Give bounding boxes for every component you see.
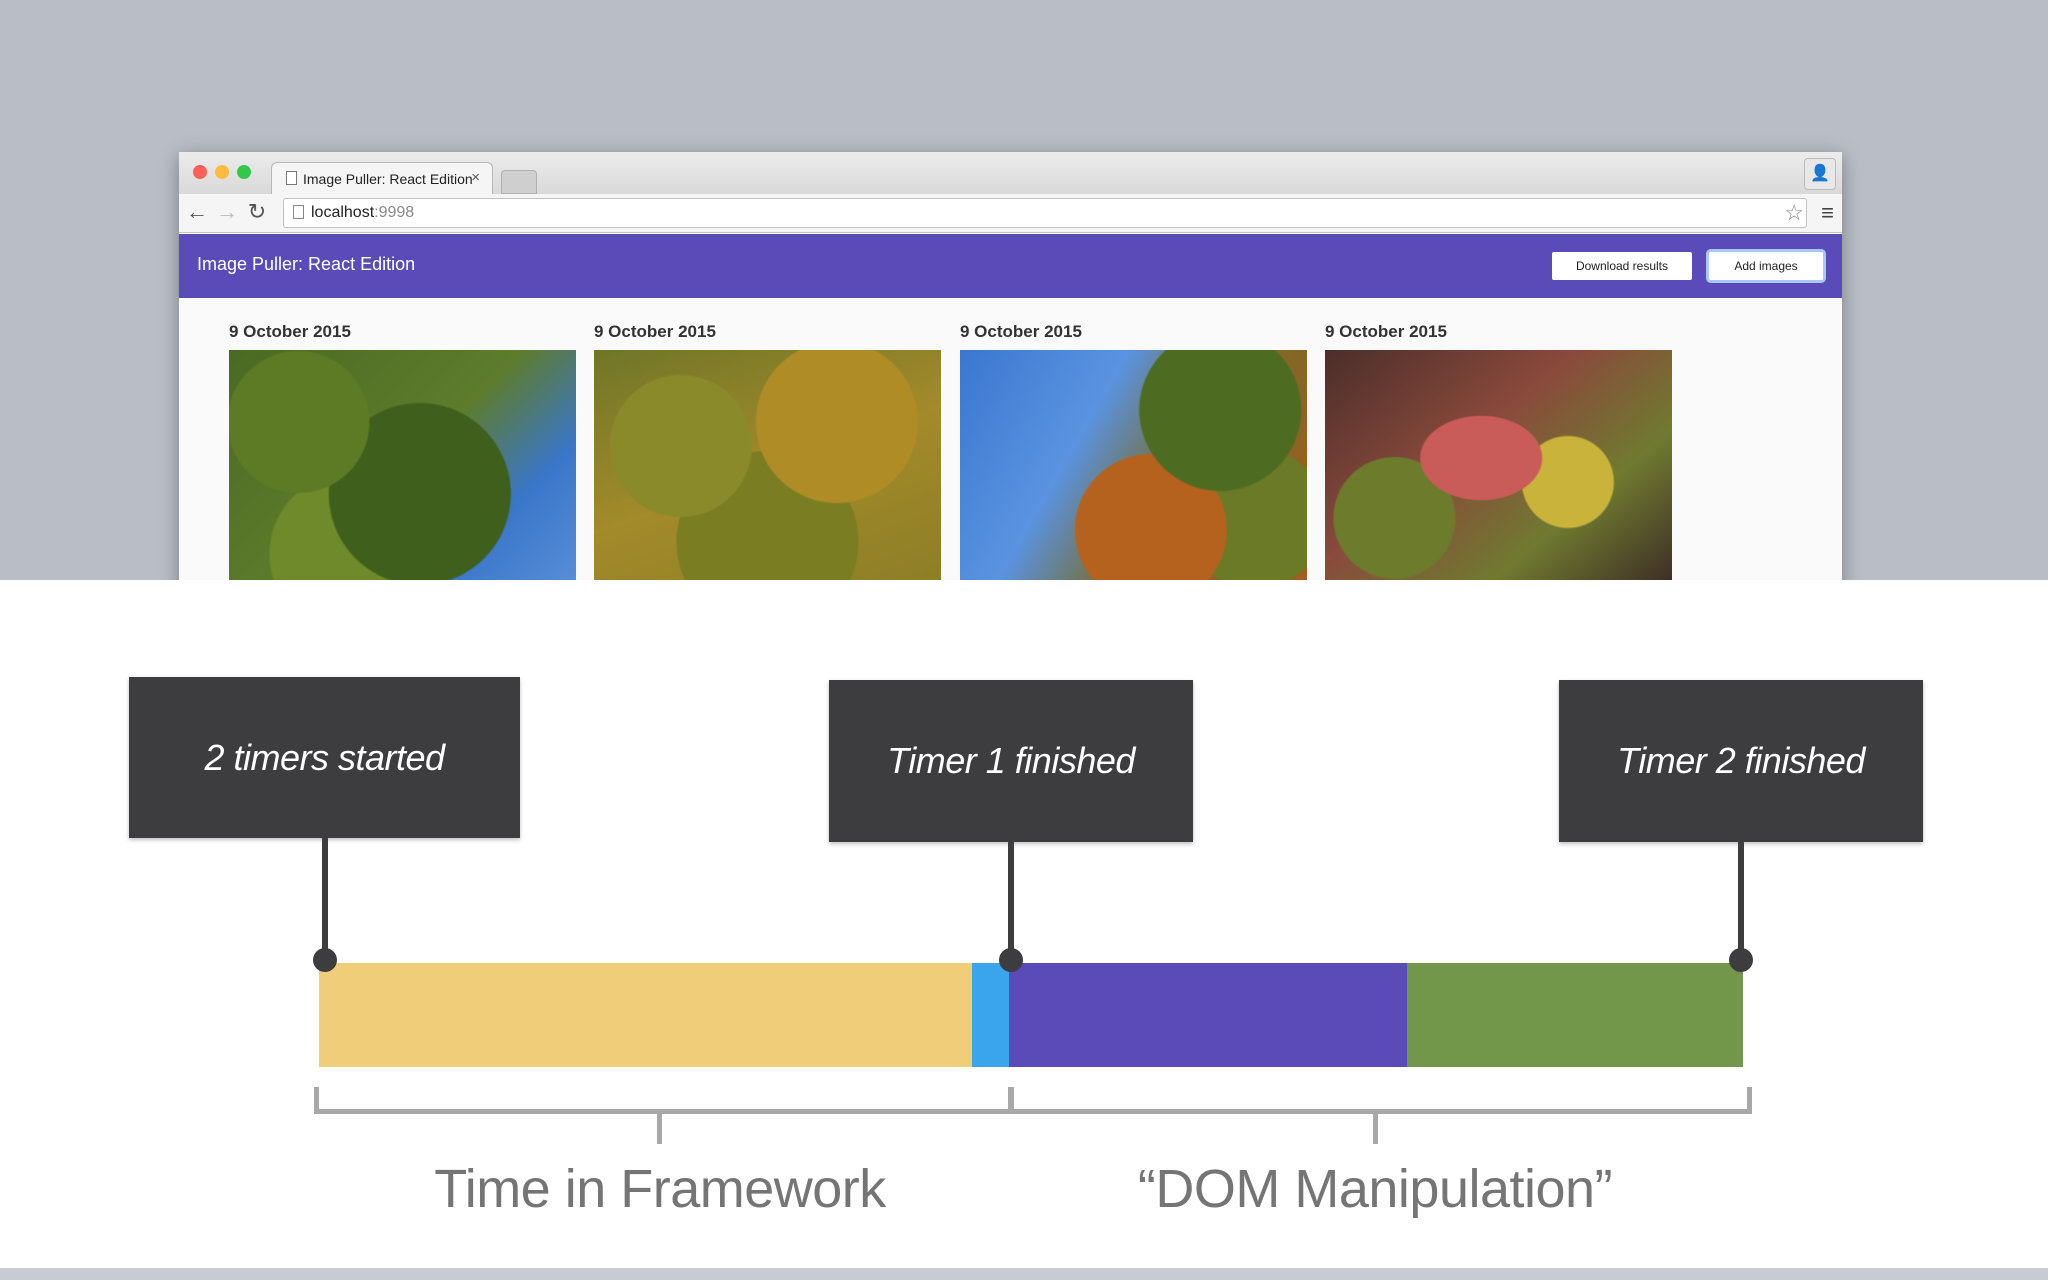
render-segment [1407, 963, 1743, 1067]
callout-timer1-finished: Timer 1 finished [829, 680, 1193, 842]
bottom-border [0, 1268, 2048, 1280]
image-date: 9 October 2015 [960, 322, 1082, 341]
url-host: localhost [311, 204, 375, 221]
bracket-tick [657, 1114, 662, 1144]
bracket-tick [1373, 1114, 1378, 1144]
page-icon [286, 171, 297, 185]
title-bar: Image Puller: React Edition × 👤 [179, 152, 1842, 195]
close-window-button[interactable] [193, 165, 207, 179]
framework-bracket [314, 1087, 1014, 1114]
tree-photo[interactable] [594, 350, 941, 580]
callout-stem [322, 838, 328, 958]
callout-timers-started: 2 timers started [129, 677, 520, 838]
bookmark-star-icon[interactable]: ☆ [1784, 200, 1804, 226]
image-card[interactable]: 9 October 2015 [960, 322, 1308, 580]
image-card[interactable]: 9 October 2015 [229, 322, 577, 580]
new-tab-button[interactable] [501, 170, 537, 194]
backdrop: Image Puller: React Edition × 👤 ← → ↻ lo… [0, 0, 2048, 580]
timeline-marker [313, 948, 337, 972]
close-tab-icon[interactable]: × [471, 169, 480, 186]
download-results-button[interactable]: Download results [1552, 252, 1692, 280]
callout-stem [1008, 842, 1014, 958]
image-card[interactable]: 9 October 2015 [1325, 322, 1673, 580]
zoom-window-button[interactable] [237, 165, 251, 179]
forward-icon[interactable]: → [215, 200, 239, 224]
menu-icon[interactable]: ≡ [1821, 200, 1834, 226]
back-icon[interactable]: ← [185, 200, 209, 224]
url-port: :9998 [374, 204, 415, 221]
dom-bracket [1008, 1087, 1752, 1114]
tree-photo[interactable] [960, 350, 1307, 580]
tab-title: Image Puller: React Edition [303, 171, 473, 187]
timeline-marker [999, 948, 1023, 972]
image-date: 9 October 2015 [229, 322, 351, 341]
address-bar[interactable]: localhost:9998 ☆ [283, 198, 1807, 228]
callout-timer2-finished: Timer 2 finished [1559, 680, 1923, 842]
image-card[interactable]: 9 October 2015 [594, 322, 942, 580]
profile-icon[interactable]: 👤 [1804, 158, 1836, 190]
timeline-marker [1729, 948, 1753, 972]
page-icon [293, 205, 304, 219]
reload-icon[interactable]: ↻ [245, 200, 269, 224]
browser-tab[interactable]: Image Puller: React Edition × [271, 162, 493, 195]
browser-window: Image Puller: React Edition × 👤 ← → ↻ lo… [179, 152, 1842, 580]
image-date: 9 October 2015 [1325, 322, 1447, 341]
browser-toolbar: ← → ↻ localhost:9998 ☆ ≡ [179, 194, 1842, 233]
leaf-photo[interactable] [1325, 350, 1672, 580]
tree-photo[interactable] [229, 350, 576, 580]
url-text: localhost:9998 [311, 204, 414, 222]
framework-label: Time in Framework [434, 1159, 886, 1219]
dom-manipulation-label: “DOM Manipulation” [1137, 1159, 1613, 1219]
image-gallery: 9 October 2015 9 October 2015 9 October … [179, 298, 1842, 580]
framework-segment [319, 963, 972, 1067]
dom-segment [1009, 963, 1407, 1067]
add-images-button[interactable]: Add images [1709, 252, 1823, 280]
minimize-window-button[interactable] [215, 165, 229, 179]
image-date: 9 October 2015 [594, 322, 716, 341]
app-title: Image Puller: React Edition [197, 254, 416, 274]
transition-segment [972, 963, 1009, 1067]
callout-stem [1738, 842, 1744, 958]
app-header: Image Puller: React Edition Download res… [179, 234, 1842, 298]
